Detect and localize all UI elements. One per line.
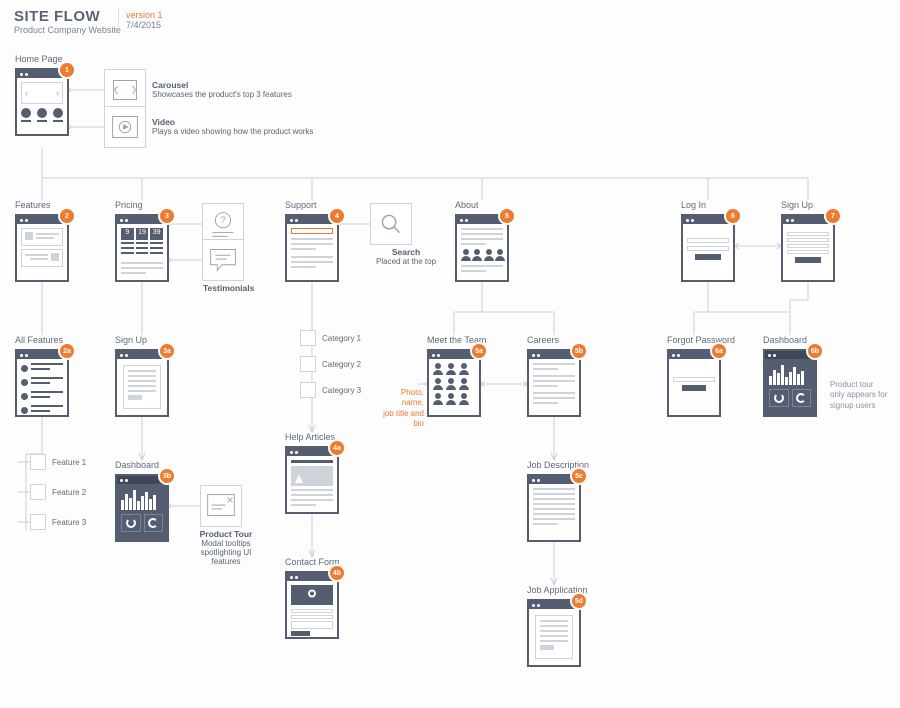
page-job-description: Job Description 5c (527, 460, 581, 542)
page-label: Dashboard (115, 460, 169, 471)
anno-search-card (370, 203, 412, 245)
header-divider (118, 8, 119, 34)
page-label: Sign Up (115, 335, 169, 346)
feature-item: Feature 1 (30, 454, 86, 470)
anno-product-tour-card (200, 485, 242, 527)
category-item: Category 1 (300, 330, 361, 346)
feature-item: Feature 3 (30, 514, 86, 530)
page-label: About (455, 200, 509, 211)
page-label: Features (15, 200, 69, 211)
page-badge: 5a (472, 344, 486, 358)
page-dashboard-6b: Dashboard 6b (763, 335, 817, 417)
page-badge: 5d (572, 594, 586, 608)
page-login: Log In 6 (681, 200, 735, 282)
page-label: Contact Form (285, 557, 339, 568)
anno-carousel-label: CarouselShowcases the product's top 3 fe… (152, 80, 292, 99)
pricing-tier: 9 (121, 228, 134, 240)
page-label: Careers (527, 335, 581, 346)
page-badge: 3a (160, 344, 174, 358)
note-team: Photo, name, job title and bio (380, 388, 424, 430)
page-thumb: ‹› (15, 68, 69, 136)
category-item: Category 2 (300, 356, 361, 372)
page-signup-7: Sign Up 7 (781, 200, 835, 282)
anno-testi-label: Testimonials (203, 283, 254, 293)
page-label: Sign Up (781, 200, 835, 211)
page-help-articles: Help Articles 4a (285, 432, 339, 514)
page-badge: 3b (160, 469, 174, 483)
page-pricing: Pricing 3 9 19 39 (115, 200, 169, 282)
svg-text:?: ? (220, 215, 225, 226)
page-label: Meet the Team (427, 335, 481, 346)
page-careers: Careers 5b (527, 335, 581, 417)
page-badge: 4a (330, 441, 344, 455)
page-badge: 3 (160, 209, 174, 223)
page-support: Support 4 (285, 200, 339, 282)
anno-video-card (104, 106, 146, 148)
page-badge: 5b (572, 344, 586, 358)
page-signup-3a: Sign Up 3a (115, 335, 169, 417)
page-badge: 4b (330, 566, 344, 580)
page-contact-form: Contact Form 4b (285, 557, 339, 639)
doc-subtitle: Product Company Website (14, 25, 121, 35)
page-label: Pricing (115, 200, 169, 211)
pricing-tier: 19 (136, 228, 149, 240)
anno-carousel-card (104, 69, 146, 111)
page-badge: 2a (60, 344, 74, 358)
anno-search-label: SearchPlaced at the top (376, 247, 436, 266)
page-badge: 7 (826, 209, 840, 223)
page-meet-team: Meet the Team 5a (427, 335, 481, 417)
page-badge: 2 (60, 209, 74, 223)
page-all-features: All Features 2a (15, 335, 69, 417)
page-badge: 5c (572, 469, 586, 483)
page-label: Forgot Password (667, 335, 721, 346)
page-badge: 4 (330, 209, 344, 223)
note-dashboard-6b: Product tour only appears for signup use… (830, 380, 890, 411)
page-home: Home Page 1 ‹› (15, 54, 69, 136)
page-job-application: Job Application 5d (527, 585, 581, 667)
page-badge: 5 (500, 209, 514, 223)
page-label: Support (285, 200, 339, 211)
page-label: Home Page (15, 54, 69, 65)
doc-date: 7/4/2015 (126, 20, 163, 30)
page-label: Log In (681, 200, 735, 211)
page-features: Features 2 (15, 200, 69, 282)
page-about: About 5 (455, 200, 509, 282)
doc-title: SITE FLOW (14, 8, 121, 25)
page-label: Job Application (527, 585, 581, 596)
anno-product-tour-label: Product TourModal tooltips spotlighting … (196, 529, 256, 566)
category-item: Category 3 (300, 382, 361, 398)
anno-video-label: VideoPlays a video showing how the produ… (152, 117, 313, 136)
page-label: All Features (15, 335, 69, 346)
pricing-tier: 39 (150, 228, 163, 240)
doc-version: version 1 (126, 10, 163, 20)
page-badge: 6 (726, 209, 740, 223)
page-badge: 6b (808, 344, 822, 358)
page-label: Job Description (527, 460, 581, 471)
page-forgot-password: Forgot Password 6a (667, 335, 721, 417)
page-badge: 6a (712, 344, 726, 358)
page-badge: 1 (60, 63, 74, 77)
page-label: Help Articles (285, 432, 339, 443)
feature-item: Feature 2 (30, 484, 86, 500)
anno-testi (202, 239, 244, 281)
page-dashboard-3b: Dashboard 3b (115, 460, 169, 542)
page-label: Dashboard (763, 335, 817, 346)
